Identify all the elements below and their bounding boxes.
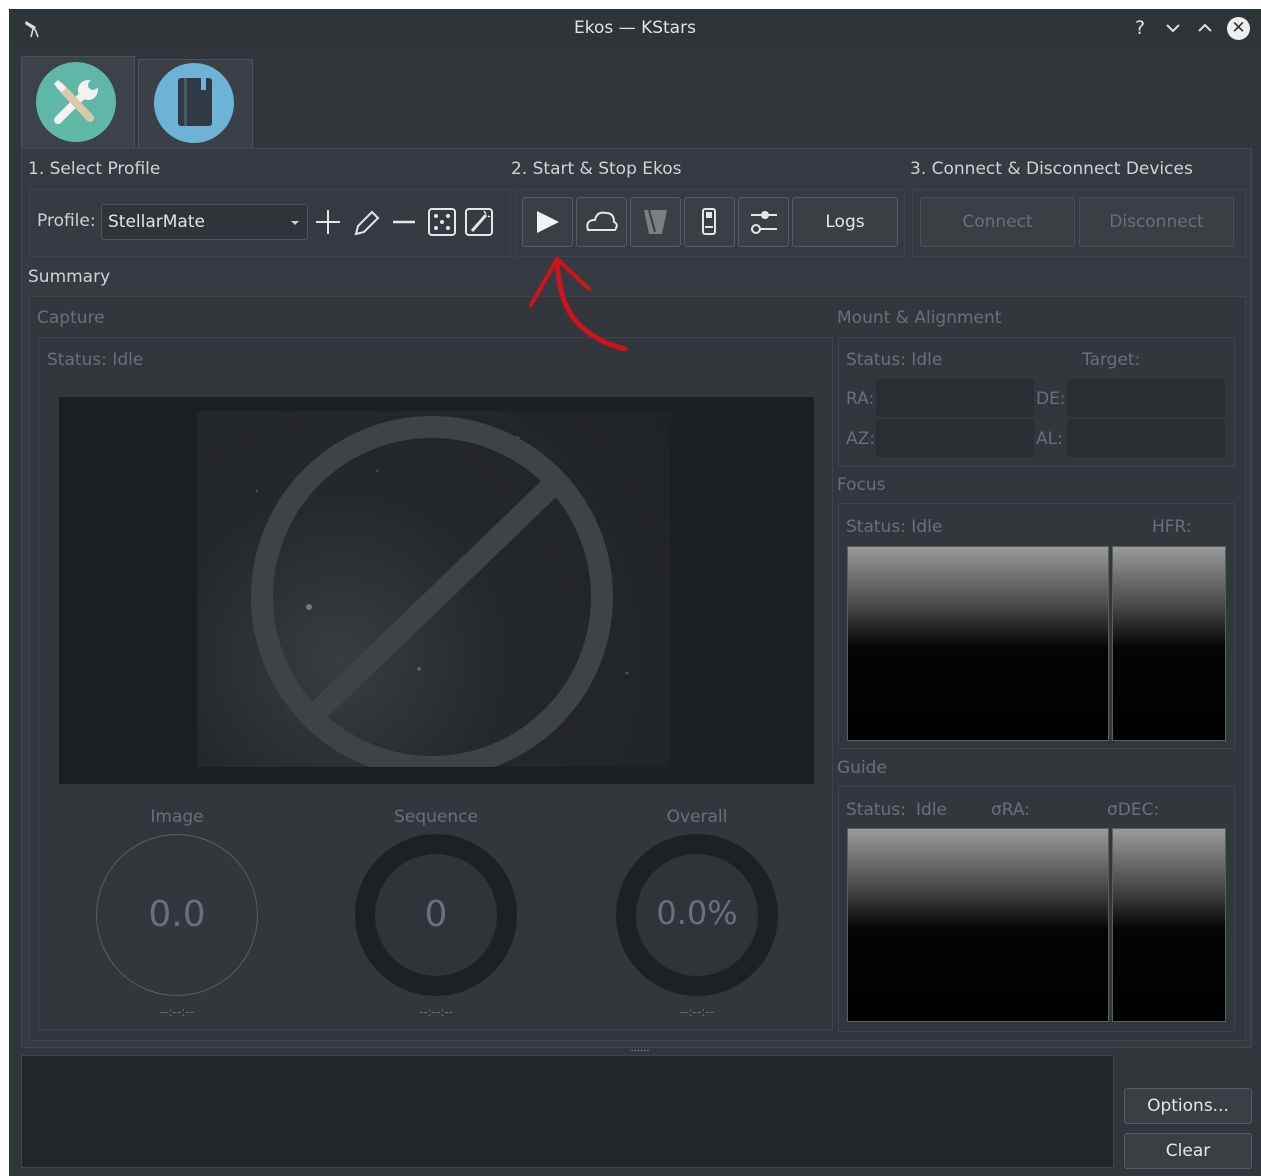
profile-select-value: StellarMate bbox=[108, 212, 205, 232]
edit-profile-pencil-icon[interactable] bbox=[351, 205, 381, 239]
logs-button[interactable]: Logs bbox=[792, 197, 898, 247]
profile-wizard-wand-icon[interactable] bbox=[464, 205, 494, 239]
disconnect-button[interactable]: Disconnect bbox=[1079, 197, 1234, 247]
window-title: Ekos — KStars bbox=[574, 18, 696, 38]
driver-usb-icon bbox=[702, 208, 716, 235]
focus-status: Status: Idle bbox=[846, 517, 943, 537]
capture-heading: Capture bbox=[37, 308, 105, 328]
de-label: DE: bbox=[1036, 389, 1066, 409]
minimize-button[interactable] bbox=[1160, 15, 1186, 41]
notebook-icon bbox=[154, 63, 234, 143]
focus-heading: Focus bbox=[837, 475, 886, 495]
cloud-icon bbox=[586, 211, 618, 231]
mount-status: Status: Idle bbox=[846, 350, 943, 370]
dropdown-arrow-icon bbox=[291, 221, 299, 225]
summary-heading: Summary bbox=[28, 267, 111, 287]
tab-notes[interactable] bbox=[138, 59, 253, 154]
guide-sigma-ra-label: σRA: bbox=[991, 800, 1030, 820]
ekos-options-button[interactable] bbox=[738, 197, 789, 247]
remove-profile-icon[interactable] bbox=[389, 205, 419, 239]
ra-field bbox=[876, 379, 1034, 417]
annotation-arrow-icon bbox=[529, 257, 628, 352]
profile-select[interactable]: StellarMate bbox=[101, 204, 308, 240]
ekos-window: Ekos — KStars ? ✕ 1. Select Profile 2. S… bbox=[9, 9, 1261, 1176]
mount-target-label: Target: bbox=[1082, 350, 1141, 370]
profile-dice-icon[interactable] bbox=[427, 205, 457, 239]
capture-status: Status: Idle bbox=[47, 350, 144, 370]
start-ekos-button[interactable] bbox=[522, 197, 573, 247]
add-profile-icon[interactable] bbox=[313, 205, 343, 239]
image-progress-label: Image bbox=[150, 807, 204, 827]
sequence-progress-label: Sequence bbox=[394, 807, 478, 827]
overall-progress-time: --:--:-- bbox=[679, 1005, 715, 1019]
sequence-progress-time: --:--:-- bbox=[418, 1005, 454, 1019]
az-label: AZ: bbox=[846, 429, 876, 449]
start-stop-heading: 2. Start & Stop Ekos bbox=[511, 159, 682, 179]
close-button[interactable]: ✕ bbox=[1227, 17, 1250, 40]
guide-status-value: Idle bbox=[916, 800, 947, 820]
image-progress-time: --:--:-- bbox=[159, 1005, 195, 1019]
sequence-progress-value: 0 bbox=[424, 894, 448, 935]
mount-control-button[interactable] bbox=[630, 197, 681, 247]
connect-button[interactable]: Connect bbox=[920, 197, 1075, 247]
focus-star-profile-graph bbox=[847, 546, 1109, 741]
guide-scatter-graph bbox=[1112, 828, 1226, 1022]
profile-label: Profile: bbox=[37, 211, 96, 231]
telescope-mount-icon bbox=[644, 209, 667, 234]
connect-devices-heading: 3. Connect & Disconnect Devices bbox=[910, 159, 1193, 179]
ra-label: RA: bbox=[846, 389, 875, 409]
disconnect-drivers-button[interactable] bbox=[684, 197, 735, 247]
mount-heading: Mount & Alignment bbox=[837, 308, 1002, 328]
de-field bbox=[1067, 379, 1225, 417]
al-field bbox=[1067, 419, 1225, 457]
select-profile-heading: 1. Select Profile bbox=[28, 159, 161, 179]
guide-drift-graph bbox=[847, 828, 1109, 1022]
indi-control-panel-button[interactable] bbox=[576, 197, 627, 247]
log-output-area[interactable] bbox=[21, 1055, 1114, 1168]
tab-setup[interactable] bbox=[21, 56, 135, 154]
play-icon bbox=[537, 211, 559, 233]
log-options-button[interactable]: Options... bbox=[1124, 1088, 1252, 1124]
overall-progress-value: 0.0% bbox=[656, 894, 738, 932]
focus-hfr-graph bbox=[1112, 546, 1226, 741]
capture-preview-image bbox=[59, 397, 814, 784]
wrench-screwdriver-icon bbox=[36, 62, 116, 142]
preview-nebula-image bbox=[197, 411, 671, 778]
overall-progress-label: Overall bbox=[666, 807, 728, 827]
az-field bbox=[876, 419, 1034, 457]
image-progress-value: 0.0 bbox=[148, 894, 206, 935]
maximize-button[interactable] bbox=[1192, 15, 1218, 41]
help-button[interactable]: ? bbox=[1127, 15, 1153, 41]
sliders-icon bbox=[751, 211, 777, 234]
guide-status-label: Status: bbox=[846, 800, 906, 820]
focus-hfr-label: HFR: bbox=[1152, 517, 1192, 537]
title-bar: Ekos — KStars ? ✕ bbox=[9, 9, 1261, 47]
splitter-handle[interactable]: ...... bbox=[615, 1043, 665, 1054]
guide-sigma-dec-label: σDEC: bbox=[1107, 800, 1160, 820]
guide-heading: Guide bbox=[837, 758, 887, 778]
al-label: AL: bbox=[1036, 429, 1063, 449]
log-clear-button[interactable]: Clear bbox=[1124, 1133, 1252, 1169]
